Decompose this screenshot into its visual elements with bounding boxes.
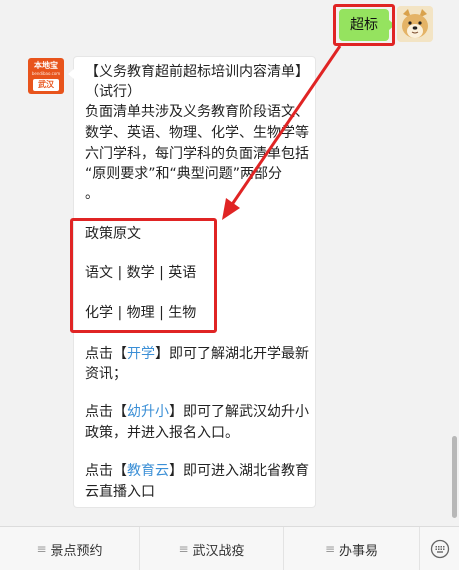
chat-area: 超标 本地宝 bendibao.com 武汉 【义务教育超前超标培训内容清单】 … [0, 0, 459, 526]
menu-item-scenic-booking[interactable]: ≡ 景点预约 [0, 527, 140, 570]
link-primary-entry[interactable]: 幼升小 [127, 404, 169, 420]
link-open-school[interactable]: 开学 [127, 346, 155, 362]
menu-item-services[interactable]: ≡ 办事易 [284, 527, 420, 570]
logo-domain: bendibao.com [31, 71, 61, 76]
tip-primary-entry: 点击【幼升小】即可了解武汉幼升小 [85, 404, 309, 420]
menu-list-icon: ≡ [36, 542, 47, 556]
highlight-box-policy [70, 218, 217, 333]
link-education-cloud[interactable]: 教育云 [127, 463, 169, 479]
tip-primary-entry-line2: 政策，并进入报名入口。 [85, 425, 239, 441]
tip-education-cloud-line2: 云直播入口 [85, 484, 155, 500]
user-avatar[interactable] [397, 6, 433, 42]
message-line: “原则要求”和“典型问题”两部分 [85, 166, 283, 182]
scrollbar[interactable] [452, 436, 457, 518]
message-line: 六门学科，每门学科的负面清单包括 [85, 146, 309, 162]
message-line: 【义务教育超前超标培训内容清单】 [85, 64, 309, 80]
message-line: 。 [85, 186, 99, 202]
menu-item-wuhan-epidemic[interactable]: ≡ 武汉战疫 [140, 527, 284, 570]
message-line: （试行） [85, 84, 141, 100]
highlight-box-user-message [333, 4, 395, 46]
tip-education-cloud: 点击【教育云】即可进入湖北省教育 [85, 463, 309, 479]
tip-open-school: 点击【开学】即可了解湖北开学最新 [85, 346, 309, 362]
menu-item-label: 武汉战疫 [192, 543, 245, 559]
message-line: 数学、英语、物理、化学、生物学等 [85, 125, 309, 141]
bendibao-avatar[interactable]: 本地宝 bendibao.com 武汉 [28, 58, 64, 94]
menu-list-icon: ≡ [324, 542, 336, 556]
doge-avatar-icon [397, 6, 433, 42]
menu-list-icon: ≡ [178, 542, 189, 556]
keyboard-toggle-button[interactable] [420, 527, 459, 570]
menu-item-label: 办事易 [339, 543, 379, 559]
bottom-menu: ≡ 景点预约 ≡ 武汉战疫 ≡ 办事易 [0, 526, 459, 570]
logo-title: 本地宝 [34, 61, 58, 70]
keyboard-icon [430, 539, 449, 559]
logo-city: 武汉 [33, 79, 59, 91]
menu-item-label: 景点预约 [50, 543, 103, 559]
message-line: 负面清单共涉及义务教育阶段语文、 [85, 104, 309, 120]
tip-open-school-line2: 资讯； [85, 366, 127, 382]
